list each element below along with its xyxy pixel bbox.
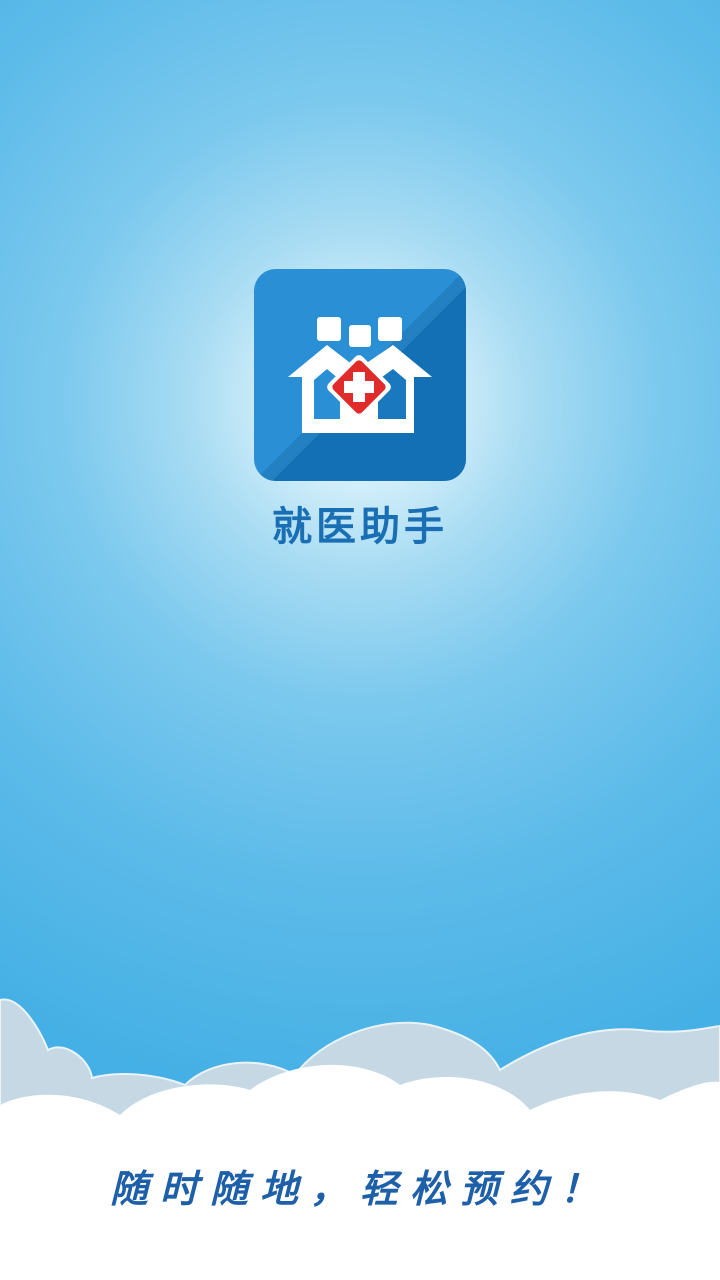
slogan-text: 随时随地，轻松预约！ xyxy=(109,1166,610,1211)
app-name-title: 就医助手 xyxy=(272,504,448,550)
cloud-footer-decoration xyxy=(0,998,720,1280)
app-logo-icon xyxy=(254,269,466,481)
splash-screen: 就医助手 随时随地，轻松预约！ xyxy=(0,0,720,1280)
